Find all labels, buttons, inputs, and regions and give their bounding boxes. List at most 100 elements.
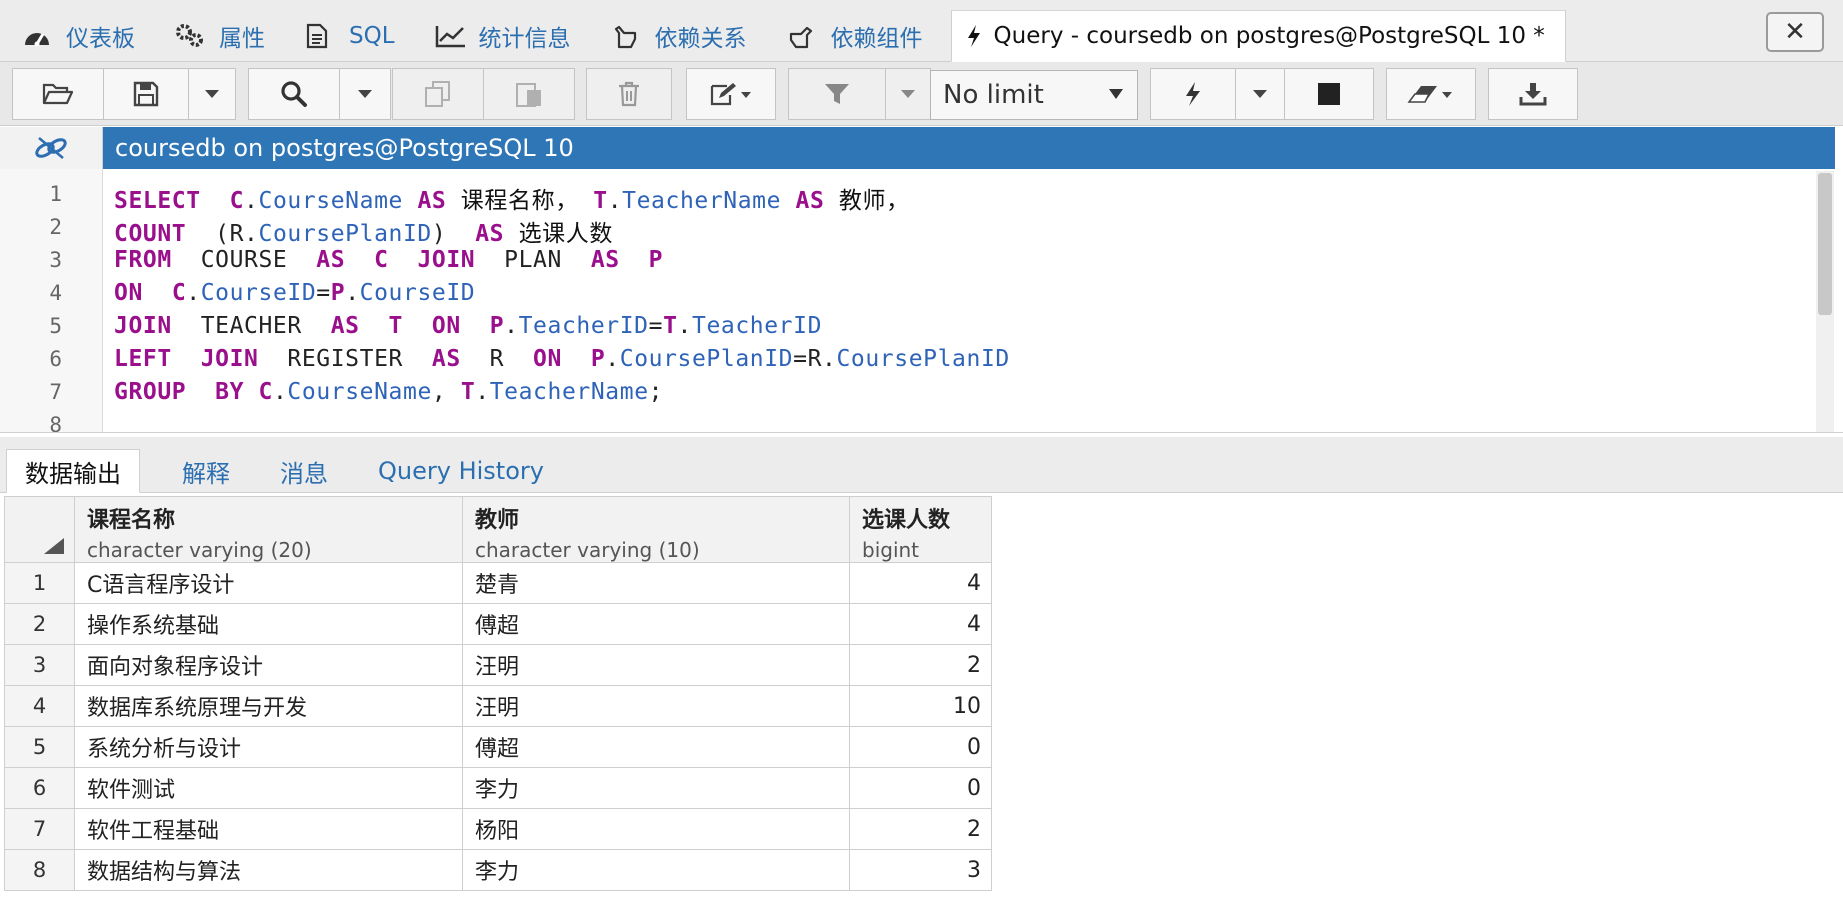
stop-button[interactable] — [1284, 68, 1374, 120]
cell-teacher[interactable]: 汪明 — [462, 685, 850, 727]
caret-down-icon — [901, 89, 915, 98]
tab-query-history[interactable]: Query History — [378, 449, 544, 493]
cell-count[interactable]: 2 — [849, 808, 992, 850]
table-row[interactable]: 5 系统分析与设计 傅超 0 — [4, 726, 992, 768]
code-token: , — [431, 379, 461, 405]
tab-properties[interactable]: 属性 — [153, 10, 283, 62]
cell-course[interactable]: 操作系统基础 — [74, 603, 463, 645]
cell-teacher[interactable]: 傅超 — [462, 603, 850, 645]
tab-messages[interactable]: 消息 — [280, 449, 328, 493]
row-limit-select[interactable]: No limit — [930, 70, 1138, 120]
code-token: . — [504, 313, 519, 339]
row-number[interactable]: 2 — [4, 603, 75, 645]
tab-dependents[interactable]: 依赖组件 — [765, 10, 941, 62]
delete-button[interactable] — [586, 68, 672, 120]
table-row[interactable]: 2 操作系统基础 傅超 4 — [4, 603, 992, 645]
cell-count[interactable]: 4 — [849, 562, 992, 604]
sql-editor[interactable]: 1 2 3 4 5 6 7 8 SELECT C.CourseName AS 课… — [0, 169, 1843, 433]
code-token: CoursePlanID — [836, 346, 1010, 372]
scrollbar-thumb[interactable] — [1818, 173, 1832, 315]
code-line: COUNT (R.CoursePlanID) AS 选课人数 — [114, 214, 613, 248]
cell-teacher[interactable]: 汪明 — [462, 644, 850, 686]
filter-dropdown-button[interactable] — [885, 68, 931, 120]
line-chart-icon — [435, 21, 469, 51]
code-token: AS — [795, 188, 825, 214]
tab-query[interactable]: Query - coursedb on postgres@PostgreSQL … — [950, 10, 1566, 62]
save-dropdown-button[interactable] — [188, 68, 236, 120]
cell-course[interactable]: 数据库系统原理与开发 — [74, 685, 463, 727]
cell-teacher[interactable]: 李力 — [462, 849, 850, 891]
clear-button[interactable] — [1386, 68, 1476, 120]
row-number[interactable]: 4 — [4, 685, 75, 727]
cell-count[interactable]: 3 — [849, 849, 992, 891]
editor-scrollbar[interactable] — [1816, 171, 1834, 432]
find-dropdown-button[interactable] — [339, 68, 391, 120]
cell-course[interactable]: 软件工程基础 — [74, 808, 463, 850]
code-token: BY — [215, 379, 245, 405]
row-number[interactable]: 3 — [4, 644, 75, 686]
tab-explain[interactable]: 解释 — [182, 449, 230, 493]
row-number[interactable]: 8 — [4, 849, 75, 891]
folder-open-icon — [42, 83, 74, 105]
code-token: P — [648, 247, 664, 273]
code-token: T — [663, 313, 678, 339]
cell-count[interactable]: 0 — [849, 767, 992, 809]
code-token: ON — [431, 313, 461, 339]
cell-teacher[interactable]: 李力 — [462, 767, 850, 809]
select-all-cell[interactable] — [4, 496, 75, 563]
cell-teacher[interactable]: 楚青 — [462, 562, 850, 604]
close-panel-button[interactable]: ✕ — [1766, 12, 1824, 52]
tab-data-output[interactable]: 数据输出 — [6, 449, 140, 493]
cell-count[interactable]: 0 — [849, 726, 992, 768]
cell-course[interactable]: 软件测试 — [74, 767, 463, 809]
tab-dependencies[interactable]: 依赖关系 — [589, 10, 765, 62]
table-row[interactable]: 8 数据结构与算法 李力 3 — [4, 849, 992, 891]
row-number[interactable]: 7 — [4, 808, 75, 850]
open-file-button[interactable] — [12, 68, 104, 120]
cell-course[interactable]: 数据结构与算法 — [74, 849, 463, 891]
tab-sql[interactable]: SQL — [283, 10, 413, 62]
table-row[interactable]: 6 软件测试 李力 0 — [4, 767, 992, 809]
find-button[interactable] — [248, 68, 340, 120]
table-row[interactable]: 3 面向对象程序设计 汪明 2 — [4, 644, 992, 686]
cell-course[interactable]: 系统分析与设计 — [74, 726, 463, 768]
filter-button[interactable] — [788, 68, 886, 120]
code-token: PLAN — [475, 247, 591, 273]
column-header-count[interactable]: 选课人数 bigint — [849, 496, 992, 563]
edit-button[interactable] — [686, 68, 776, 120]
connection-status-button[interactable] — [0, 127, 103, 169]
column-header-teacher[interactable]: 教师 character varying (10) — [462, 496, 850, 563]
code-line: SELECT C.CourseName AS 课程名称， T.TeacherNa… — [114, 181, 910, 215]
table-row[interactable]: 1 C语言程序设计 楚青 4 — [4, 562, 992, 604]
download-button[interactable] — [1488, 68, 1578, 120]
cell-teacher[interactable]: 傅超 — [462, 726, 850, 768]
tab-dashboard[interactable]: 仪表板 — [0, 10, 153, 62]
cell-count[interactable]: 4 — [849, 603, 992, 645]
copy-button[interactable] — [392, 68, 484, 120]
tab-statistics[interactable]: 统计信息 — [413, 10, 589, 62]
cell-count[interactable]: 2 — [849, 644, 992, 686]
table-row[interactable]: 7 软件工程基础 杨阳 2 — [4, 808, 992, 850]
cell-teacher[interactable]: 杨阳 — [462, 808, 850, 850]
cell-course[interactable]: C语言程序设计 — [74, 562, 463, 604]
lightning-icon — [966, 21, 990, 51]
column-header-course[interactable]: 课程名称 character varying (20) — [74, 496, 463, 563]
cell-count[interactable]: 10 — [849, 685, 992, 727]
filter-icon — [825, 84, 849, 104]
row-number[interactable]: 1 — [4, 562, 75, 604]
code-token: = — [316, 280, 331, 306]
cell-course[interactable]: 面向对象程序设计 — [74, 644, 463, 686]
row-number[interactable]: 6 — [4, 767, 75, 809]
query-toolbar: No limit — [0, 62, 1843, 126]
save-button[interactable] — [103, 68, 189, 120]
code-token: ) — [431, 221, 476, 247]
paste-button[interactable] — [483, 68, 575, 120]
dashboard-icon — [22, 21, 56, 51]
row-number[interactable]: 5 — [4, 726, 75, 768]
execute-button[interactable] — [1150, 68, 1236, 120]
table-row[interactable]: 4 数据库系统原理与开发 汪明 10 — [4, 685, 992, 727]
execute-dropdown-button[interactable] — [1235, 68, 1285, 120]
